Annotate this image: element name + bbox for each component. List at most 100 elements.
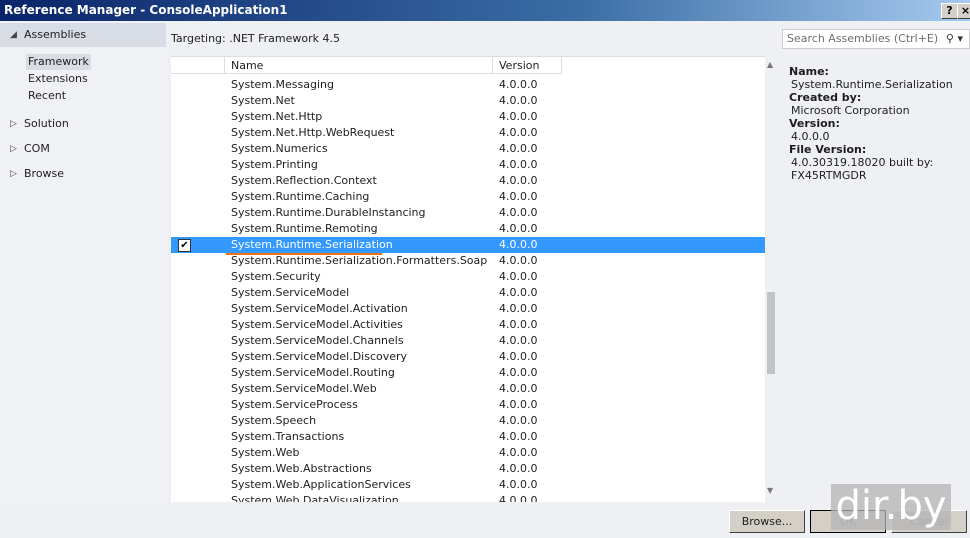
- table-row[interactable]: System.Net.Http.WebRequest 4.0.0.0: [171, 125, 765, 141]
- nav-panel: ◢ Assemblies Framework Extensions Recent …: [0, 21, 166, 509]
- list-scrollbar[interactable]: ▲ ▼: [765, 56, 778, 501]
- assembly-version: 4.0.0.0: [499, 222, 538, 235]
- scroll-down-icon[interactable]: ▼: [767, 486, 773, 495]
- assembly-name: System.Runtime.Serialization: [231, 238, 393, 251]
- assembly-name: System.Runtime.Remoting: [231, 222, 378, 235]
- table-row[interactable]: System.Security 4.0.0.0: [171, 269, 765, 285]
- assembly-name: System.Net.Http: [231, 110, 323, 123]
- assembly-name: System.Web.Abstractions: [231, 462, 372, 475]
- table-row[interactable]: System.ServiceModel.Discovery 4.0.0.0: [171, 349, 765, 365]
- assembly-version: 4.0.0.0: [499, 254, 538, 267]
- assembly-version: 4.0.0.0: [499, 478, 538, 491]
- assembly-list: Name Version System.Messaging 4.0.0.0 Syst…: [171, 56, 765, 502]
- assembly-version: 4.0.0.0: [499, 286, 538, 299]
- assembly-name: System.Net.Http.WebRequest: [231, 126, 395, 139]
- assembly-name: System.Security: [231, 270, 321, 283]
- assembly-name: System.Reflection.Context: [231, 174, 377, 187]
- table-row[interactable]: ✔ System.Runtime.Serialization 4.0.0.0: [171, 237, 765, 253]
- table-row[interactable]: System.Reflection.Context 4.0.0.0: [171, 173, 765, 189]
- table-row[interactable]: System.Web.Abstractions 4.0.0.0: [171, 461, 765, 477]
- nav-assemblies[interactable]: ◢ Assemblies: [0, 23, 166, 47]
- table-row[interactable]: System.Runtime.DurableInstancing 4.0.0.0: [171, 205, 765, 221]
- assembly-name: System.ServiceProcess: [231, 398, 358, 411]
- assembly-version: 4.0.0.0: [499, 382, 538, 395]
- table-row[interactable]: System.ServiceModel.Routing 4.0.0.0: [171, 365, 765, 381]
- table-row[interactable]: System.Runtime.Caching 4.0.0.0: [171, 189, 765, 205]
- search-input[interactable]: Search Assemblies (Ctrl+E) ⚲ ▾: [782, 29, 970, 49]
- column-version[interactable]: Version: [493, 57, 562, 74]
- column-name[interactable]: Name: [225, 57, 493, 74]
- close-button[interactable]: ×: [957, 3, 970, 19]
- table-row[interactable]: System.Web.ApplicationServices 4.0.0.0: [171, 477, 765, 493]
- assembly-version: 4.0.0.0: [499, 350, 538, 363]
- assembly-name: System.ServiceModel.Routing: [231, 366, 395, 379]
- assembly-version: 4.0.0.0: [499, 366, 538, 379]
- table-row[interactable]: System.ServiceModel.Activation 4.0.0.0: [171, 301, 765, 317]
- assembly-name: System.ServiceModel.Discovery: [231, 350, 408, 363]
- assembly-version: 4.0.0.0: [499, 414, 538, 427]
- scroll-thumb[interactable]: [767, 292, 775, 374]
- assembly-version: 4.0.0.0: [499, 270, 538, 283]
- table-row[interactable]: System.Printing 4.0.0.0: [171, 157, 765, 173]
- assembly-version: 4.0.0.0: [499, 334, 538, 347]
- nav-solution[interactable]: ▷ Solution: [0, 112, 166, 136]
- assembly-version: 4.0.0.0: [499, 446, 538, 459]
- browse-button[interactable]: Browse...: [729, 510, 805, 533]
- watermark: dir.by: [831, 484, 951, 530]
- table-row[interactable]: System.Speech 4.0.0.0: [171, 413, 765, 429]
- assembly-version: 4.0.0.0: [499, 126, 538, 139]
- checkbox[interactable]: ✔: [178, 239, 191, 252]
- assembly-name: System.Web.ApplicationServices: [231, 478, 411, 491]
- assembly-version: 4.0.0.0: [499, 318, 538, 331]
- assembly-version: 4.0.0.0: [499, 158, 538, 171]
- table-row[interactable]: System.Net 4.0.0.0: [171, 93, 765, 109]
- assembly-version: 4.0.0.0: [499, 142, 538, 155]
- table-row[interactable]: System.ServiceModel.Web 4.0.0.0: [171, 381, 765, 397]
- assembly-name: System.Runtime.Caching: [231, 190, 370, 203]
- table-row[interactable]: System.ServiceProcess 4.0.0.0: [171, 397, 765, 413]
- table-row[interactable]: System.Runtime.Serialization.Formatters.…: [171, 253, 765, 269]
- help-button[interactable]: ?: [941, 3, 958, 19]
- assembly-version: 4.0.0.0: [499, 430, 538, 443]
- table-row[interactable]: System.ServiceModel 4.0.0.0: [171, 285, 765, 301]
- assembly-name: System.ServiceModel.Activities: [231, 318, 403, 331]
- assembly-name: System.Messaging: [231, 78, 334, 91]
- title-bar: Reference Manager - ConsoleApplication1: [0, 0, 970, 21]
- scroll-up-icon[interactable]: ▲: [767, 60, 773, 69]
- table-row[interactable]: System.Numerics 4.0.0.0: [171, 141, 765, 157]
- nav-recent[interactable]: Recent: [26, 88, 68, 104]
- table-row[interactable]: System.Net.Http 4.0.0.0: [171, 109, 765, 125]
- assembly-name: System.Speech: [231, 414, 317, 427]
- assembly-version: 4.0.0.0: [499, 398, 538, 411]
- table-row[interactable]: System.Transactions 4.0.0.0: [171, 429, 765, 445]
- targeting-label: Targeting: .NET Framework 4.5: [171, 32, 341, 45]
- assembly-name: System.ServiceModel.Activation: [231, 302, 408, 315]
- assembly-name: System.Transactions: [231, 430, 345, 443]
- table-row[interactable]: System.ServiceModel.Activities 4.0.0.0: [171, 317, 765, 333]
- assembly-name: System.Runtime.DurableInstancing: [231, 206, 426, 219]
- assembly-version: 4.0.0.0: [499, 206, 538, 219]
- table-row[interactable]: System.ServiceModel.Channels 4.0.0.0: [171, 333, 765, 349]
- search-icon[interactable]: ⚲ ▾: [946, 30, 963, 48]
- nav-framework[interactable]: Framework: [26, 54, 91, 70]
- assembly-name: System.ServiceModel.Channels: [231, 334, 404, 347]
- nav-com[interactable]: ▷ COM: [0, 137, 166, 161]
- nav-browse[interactable]: ▷ Browse: [0, 162, 166, 186]
- column-check[interactable]: [171, 57, 225, 74]
- collapsed-icon: ▷: [10, 119, 17, 129]
- assembly-name: System.Runtime.Serialization.Formatters.…: [231, 254, 488, 267]
- table-row[interactable]: System.Runtime.Remoting 4.0.0.0: [171, 221, 765, 237]
- collapsed-icon: ▷: [10, 169, 17, 179]
- assembly-name: System.Web.DataVisualization: [231, 494, 399, 502]
- highlight-underline: [226, 253, 382, 255]
- assembly-version: 4.0.0.0: [499, 238, 538, 251]
- expanded-icon: ◢: [10, 30, 17, 40]
- assembly-name: System.ServiceModel.Web: [231, 382, 377, 395]
- details-panel: Name: System.Runtime.Serialization Create…: [789, 65, 953, 182]
- nav-extensions[interactable]: Extensions: [26, 71, 90, 87]
- assembly-version: 4.0.0.0: [499, 110, 538, 123]
- table-row[interactable]: System.Web 4.0.0.0: [171, 445, 765, 461]
- table-row[interactable]: System.Web.DataVisualization 4.0.0.0: [171, 493, 765, 502]
- assembly-version: 4.0.0.0: [499, 302, 538, 315]
- table-row[interactable]: System.Messaging 4.0.0.0: [171, 77, 765, 93]
